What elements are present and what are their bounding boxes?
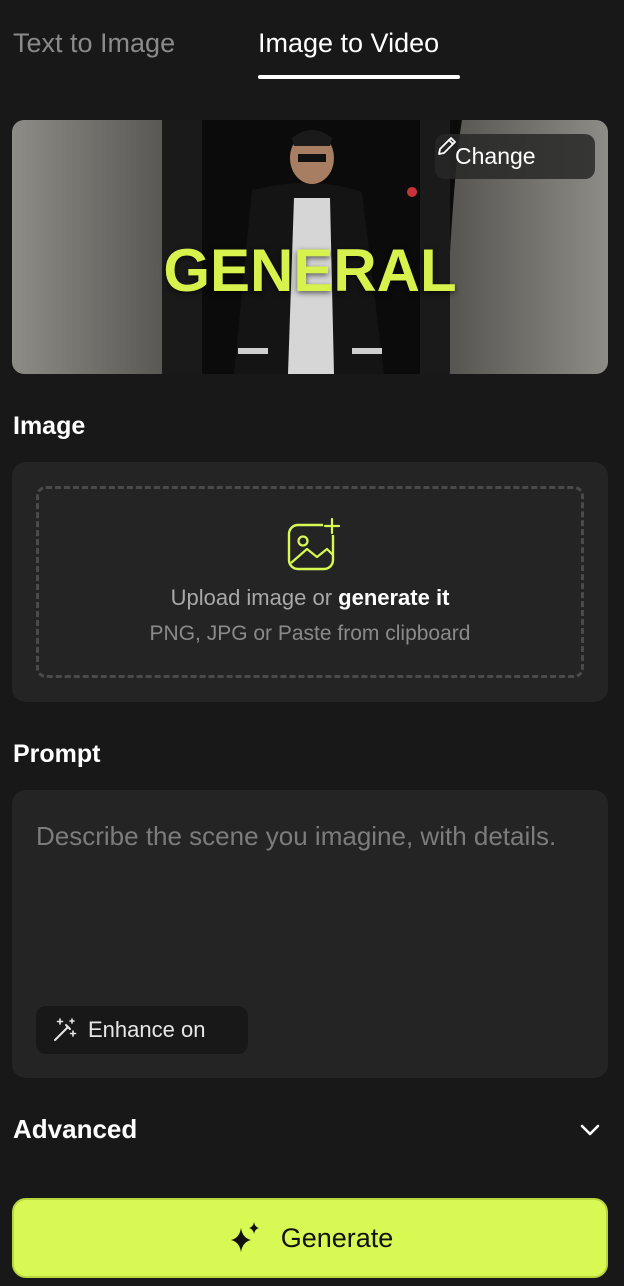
image-upload-card: Upload image or generate it PNG, JPG or …	[12, 462, 608, 702]
upload-formats-hint: PNG, JPG or Paste from clipboard	[149, 622, 471, 645]
change-label: Change	[455, 143, 536, 169]
generate-it-link[interactable]: generate it	[338, 585, 449, 610]
pencil-icon	[438, 137, 456, 155]
generate-button[interactable]: Generate	[12, 1198, 608, 1278]
add-image-icon	[287, 517, 341, 571]
prompt-card: Enhance on	[12, 790, 608, 1078]
tab-image-to-video[interactable]: Image to Video	[258, 26, 439, 60]
preview-image: GENERAL Change	[12, 120, 608, 374]
advanced-toggle[interactable]: Advanced	[0, 1108, 624, 1154]
prompt-input[interactable]	[36, 816, 566, 916]
enhance-label: Enhance on	[88, 1017, 206, 1042]
active-tab-indicator	[258, 75, 460, 79]
change-image-button[interactable]: Change	[435, 134, 595, 179]
advanced-label: Advanced	[13, 1114, 138, 1144]
image-section-title: Image	[13, 412, 86, 440]
generate-label: Generate	[280, 1222, 394, 1253]
enhance-toggle-button[interactable]: Enhance on	[36, 1006, 248, 1054]
chevron-down-icon	[580, 1124, 600, 1136]
mode-tabs: Text to Image Image to Video	[0, 0, 624, 80]
prompt-section-title: Prompt	[13, 740, 101, 768]
image-dropzone[interactable]: Upload image or generate it PNG, JPG or …	[36, 486, 584, 678]
sparkles-icon	[230, 1222, 259, 1252]
upload-instruction: Upload image or generate it	[39, 585, 581, 611]
magic-wand-icon	[54, 1018, 77, 1041]
upload-prefix: Upload image or	[170, 585, 339, 610]
preview-overlay-text: GENERAL	[163, 237, 457, 304]
tab-text-to-image[interactable]: Text to Image	[13, 26, 175, 60]
